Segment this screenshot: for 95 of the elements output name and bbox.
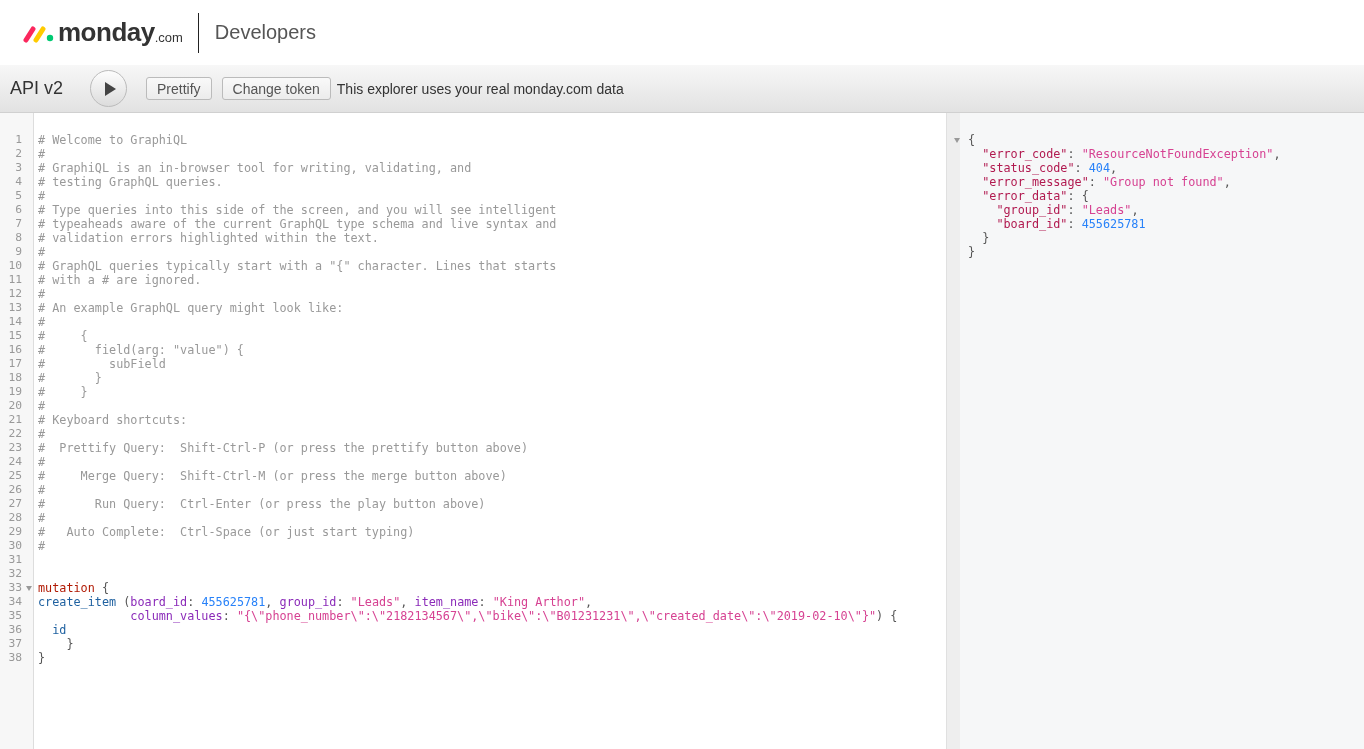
line-number: 30 [8, 539, 22, 553]
line-number: 28 [8, 511, 22, 525]
code-line: # field(arg: "value") { [38, 343, 244, 357]
line-number: 7 [15, 217, 22, 231]
code-line: # Auto Complete: Ctrl-Space (or just start typing) [38, 525, 415, 539]
line-number: 31 [8, 553, 22, 567]
fold-arrow-icon[interactable] [954, 138, 960, 143]
line-number: 32 [8, 567, 22, 581]
code-line: } [65, 637, 74, 651]
line-number: 26 [8, 483, 22, 497]
line-number: 16 [8, 343, 22, 357]
line-number: 19 [8, 385, 22, 399]
line-number: 18 [8, 371, 22, 385]
code-line: # [38, 455, 46, 469]
code-line: # [38, 245, 46, 259]
run-button[interactable] [90, 70, 128, 107]
code-line: # testing GraphQL queries. [38, 175, 223, 189]
line-number: 37 [8, 637, 22, 651]
line-number: 3 [15, 161, 22, 175]
line-number: 29 [8, 525, 22, 539]
brand-suffix: .com [154, 29, 183, 45]
code-line: # [38, 399, 46, 413]
code-line: create_item (board_id: 455625781, group_id: "Leads", item_name: "King Arthor", [38, 595, 593, 609]
line-number: 33 [8, 581, 22, 595]
code-line: # [38, 483, 46, 497]
code-line: # [38, 511, 46, 525]
line-number: 4 [15, 175, 22, 189]
code-line: # GraphQL queries typically start with a "{" character. Lines that starts [38, 259, 557, 273]
line-number: 1 [15, 133, 22, 147]
fold-arrow-icon[interactable] [26, 586, 32, 591]
code-line: # [38, 427, 46, 441]
code-line: # } [38, 371, 102, 385]
code-line: # Welcome to GraphiQL [38, 133, 188, 147]
line-number: 14 [8, 315, 22, 329]
code-line: # Run Query: Ctrl-Enter (or press the play button above) [38, 497, 486, 511]
play-icon [104, 81, 117, 96]
result-line: "error_message": "Group not found", [981, 175, 1231, 189]
code-line: # Type queries into this side of the screen, and you will see intelligent [38, 203, 557, 217]
logo-icon [23, 24, 55, 43]
line-number: 5 [15, 189, 22, 203]
result-line: "error_data": { [981, 189, 1089, 203]
code-line: mutation { [38, 581, 110, 595]
result-line: "board_id": 455625781 [995, 217, 1146, 231]
toolbar-button[interactable]: Prettify [146, 77, 212, 100]
result-line: } [968, 245, 976, 259]
line-number: 34 [8, 595, 22, 609]
line-number: 24 [8, 455, 22, 469]
result-line: "error_code": "ResourceNotFoundException", [981, 147, 1281, 161]
toolbar-button[interactable]: Change token [221, 77, 331, 100]
code-line: # typeaheads aware of the current GraphQL type schema and live syntax and [38, 217, 557, 231]
line-number: 13 [8, 301, 22, 315]
line-number: 10 [8, 259, 22, 273]
result-line: { [968, 133, 976, 147]
line-number: 36 [8, 623, 22, 637]
line-number: 9 [15, 245, 22, 259]
code-line: # validation errors highlighted within the text. [38, 231, 379, 245]
code-line: # subField [38, 357, 166, 371]
code-line: # { [38, 329, 88, 343]
line-number: 11 [8, 273, 22, 287]
section-title: Developers [214, 21, 317, 44]
line-number: 25 [8, 469, 22, 483]
code-line: # with a # are ignored. [38, 273, 202, 287]
code-line: # [38, 287, 46, 301]
brand-name: monday [58, 17, 155, 48]
line-number: 21 [8, 413, 22, 427]
line-number: 2 [15, 147, 22, 161]
line-number: 22 [8, 427, 22, 441]
code-line: # [38, 189, 46, 203]
code-line: # } [38, 385, 88, 399]
code-line: # GraphiQL is an in-browser tool for writing, validating, and [38, 161, 472, 175]
result-line: "status_code": 404, [981, 161, 1118, 175]
line-number: 8 [15, 231, 22, 245]
notice-text: This explorer uses your real monday.com data [336, 80, 624, 97]
code-line: # [38, 147, 46, 161]
code-line: # [38, 539, 46, 553]
code-line: } [38, 651, 46, 665]
code-line: id [51, 623, 67, 637]
code-line: column_values: "{\"phone_number\":\"2182134567\",\"bike\":\"B01231231\",\"created_date\":\"2019-02-10\"}") { [129, 609, 898, 623]
result-line: "group_id": "Leads", [995, 203, 1139, 217]
result-line: } [981, 231, 990, 245]
line-number: 6 [15, 203, 22, 217]
line-number: 38 [8, 651, 22, 665]
line-number: 17 [8, 357, 22, 371]
line-number: 20 [8, 399, 22, 413]
code-line: # An example GraphQL query might look like: [38, 301, 344, 315]
code-line: # Prettify Query: Shift-Ctrl-P (or press the prettify button above) [38, 441, 529, 455]
line-number: 23 [8, 441, 22, 455]
code-line: # Merge Query: Shift-Ctrl-M (or press the merge button above) [38, 469, 507, 483]
line-number: 27 [8, 497, 22, 511]
line-number: 15 [8, 329, 22, 343]
line-number: 35 [8, 609, 22, 623]
api-title: API v2 [10, 78, 64, 99]
line-number: 12 [8, 287, 22, 301]
code-line: # Keyboard shortcuts: [38, 413, 188, 427]
code-line: # [38, 315, 46, 329]
